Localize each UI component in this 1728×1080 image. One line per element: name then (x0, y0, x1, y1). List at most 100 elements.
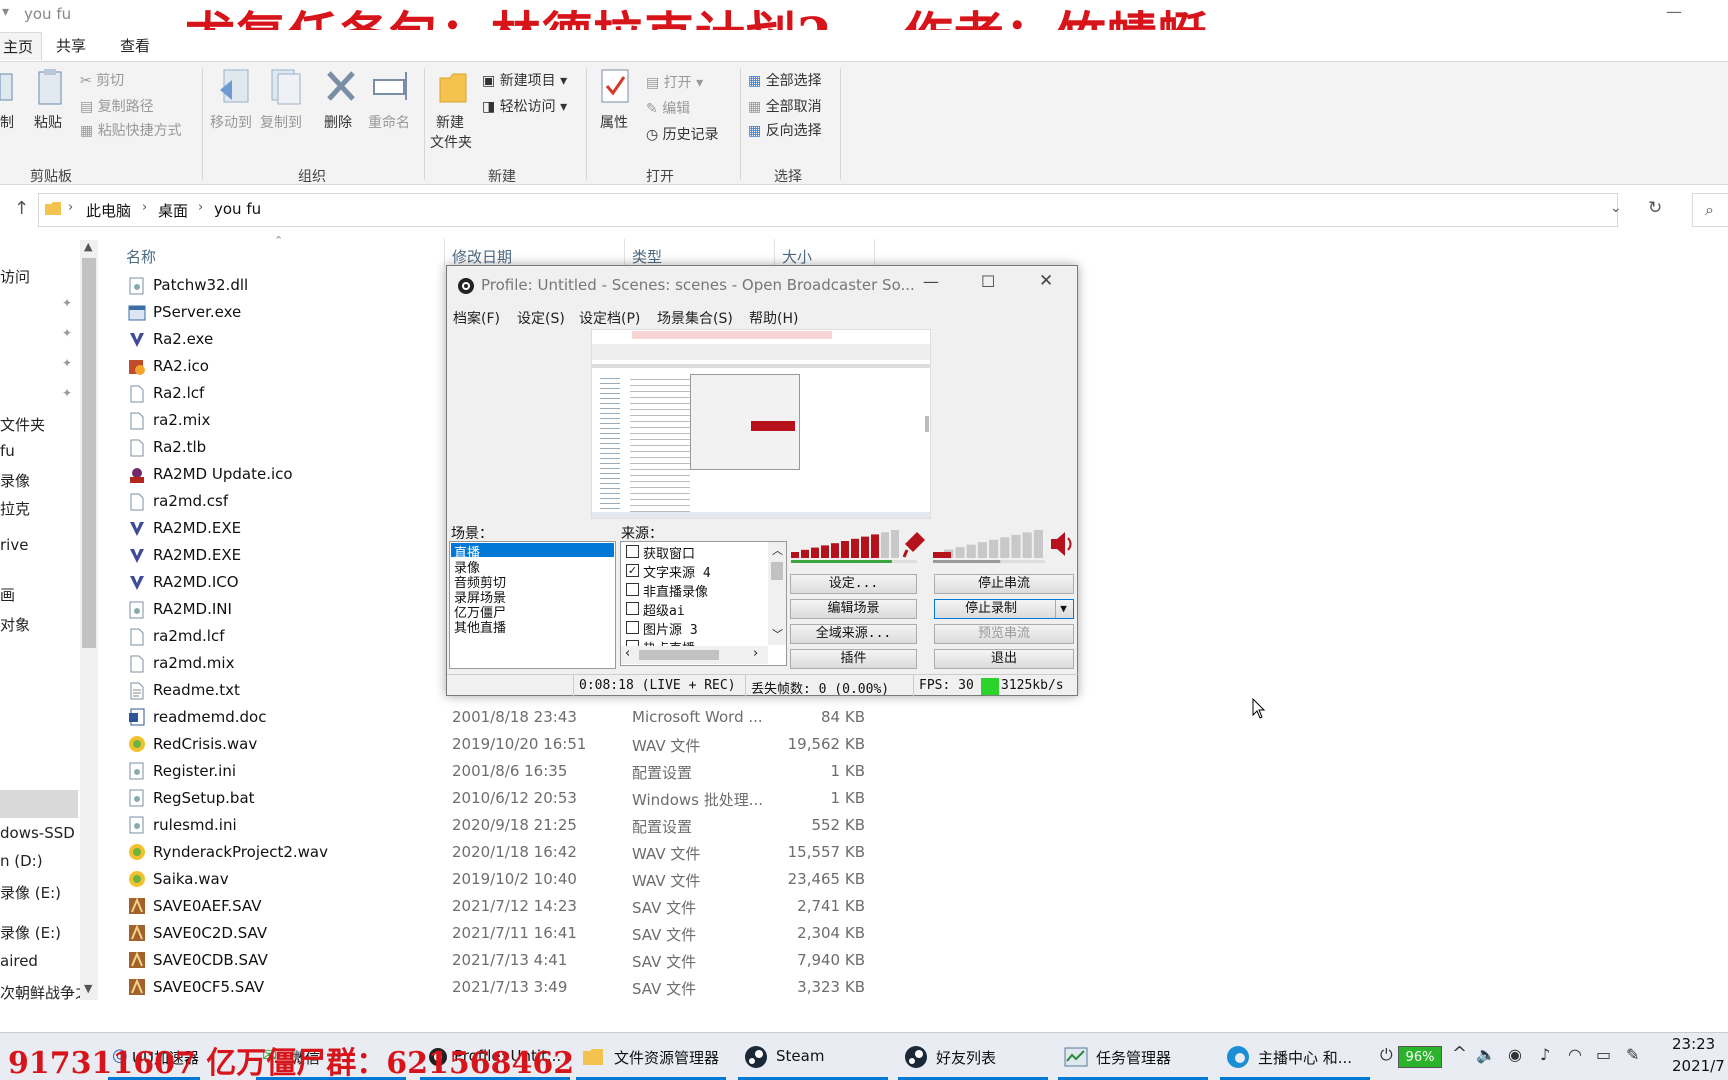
source-checkbox[interactable] (626, 621, 639, 634)
file-name[interactable]: Ra2.lcf (153, 384, 204, 402)
open-button[interactable]: ▤ 打开 ▾ (646, 72, 703, 92)
chevron-up-icon[interactable]: ^ (1452, 1043, 1467, 1064)
nav-item[interactable]: rive (0, 536, 28, 554)
source-checkbox[interactable] (626, 583, 639, 596)
sources-hscroll[interactable]: ‹ › (621, 646, 768, 664)
nav-item[interactable]: 对象 (0, 614, 30, 635)
exit-button[interactable]: 退出 (934, 649, 1074, 669)
chevron-up-icon[interactable]: ︿ (772, 542, 783, 558)
breadcrumb-desktop[interactable]: 桌面 (158, 200, 188, 221)
copy-button[interactable]: 制 (0, 112, 14, 132)
clock-date[interactable]: 2021/7 (1672, 1057, 1725, 1075)
source-item[interactable]: 文字来源 4 (643, 562, 711, 581)
sources-vscroll[interactable]: ︿ ﹀ (768, 542, 786, 645)
tray-app-icon[interactable]: ◉ (1508, 1045, 1522, 1064)
obs-window[interactable]: Profile: Untitled - Scenes: scenes - Ope… (446, 265, 1079, 697)
obs-close-button[interactable]: ✕ (1039, 271, 1053, 291)
battery-tray-icon[interactable]: ▭ (1596, 1045, 1611, 1064)
taskbar-steam[interactable]: Steam (776, 1047, 824, 1065)
file-name[interactable]: Ra2.tlb (153, 438, 206, 456)
refresh-icon[interactable]: ↻ (1648, 198, 1662, 218)
new-item-button[interactable]: ▣ 新建项目 ▾ (482, 70, 567, 90)
title-menu-icon[interactable]: ▾ (2, 4, 9, 20)
column-type[interactable]: 类型 (632, 246, 662, 267)
taskbar-streamer-center[interactable]: 主播中心 和... (1258, 1047, 1352, 1068)
column-date[interactable]: 修改日期 (452, 246, 512, 267)
chevron-left-icon[interactable]: ‹ (625, 646, 630, 661)
tab-view[interactable]: 查看 (120, 35, 150, 56)
obs-menu-settings[interactable]: 设定(S) (517, 308, 565, 328)
pen-icon[interactable]: ✎ (1626, 1045, 1639, 1064)
file-name[interactable]: RA2MD.ICO (153, 573, 239, 591)
microphone-icon[interactable] (903, 530, 927, 558)
edit-button[interactable]: ✎ 编辑 (646, 98, 690, 118)
file-name[interactable]: Readme.txt (153, 681, 240, 699)
volume-icon[interactable]: 🔈 (1476, 1045, 1496, 1064)
select-all-button[interactable]: ▦ 全部选择 (748, 70, 822, 90)
tab-share[interactable]: 共享 (56, 35, 86, 56)
chevron-down-icon[interactable]: ⌄ (1610, 200, 1622, 216)
scroll-down-icon[interactable]: ▼ (84, 982, 92, 995)
scroll-up-icon[interactable]: ▲ (84, 240, 92, 253)
source-checkbox[interactable] (626, 602, 639, 615)
copy-to-button[interactable]: 复制到 (260, 112, 302, 132)
file-name[interactable]: RA2MD.INI (153, 600, 232, 618)
breadcrumb-you-fu[interactable]: you fu (214, 200, 261, 218)
nav-item[interactable]: dows-SSD ( (0, 824, 85, 842)
taskbar-task-manager[interactable]: 任务管理器 (1096, 1047, 1171, 1068)
stop-record-button[interactable]: 停止录制 ▼ (934, 599, 1074, 619)
paste-shortcut-button[interactable]: ▦ 粘贴快捷方式 (80, 120, 182, 140)
properties-button[interactable]: 属性 (600, 112, 628, 132)
nav-item[interactable]: fu (0, 442, 15, 460)
nav-item[interactable]: 文件夹 (0, 414, 45, 435)
sources-list[interactable]: 获取窗口 ✓ 文字来源 4 非直播录像 超级ai 图片源 3 热点直播 ︿ ﹀ … (620, 541, 787, 666)
power-plug-icon[interactable]: ⏻ (1380, 1045, 1393, 1065)
stop-stream-button[interactable]: 停止串流 (934, 574, 1074, 594)
source-item[interactable]: 图片源 3 (643, 619, 698, 638)
taskbar-friends[interactable]: 好友列表 (936, 1047, 996, 1068)
nav-item[interactable]: n (D:) (0, 852, 43, 870)
invert-selection-button[interactable]: ▦ 反向选择 (748, 120, 822, 140)
move-to-button[interactable]: 移动到 (210, 112, 252, 132)
desktop-volume-meter[interactable] (933, 528, 1045, 564)
obs-menu-profile[interactable]: 设定档(P) (579, 308, 640, 328)
easy-access-button[interactable]: ◨ 轻松访问 ▾ (482, 96, 567, 116)
nav-item[interactable]: 访问 (0, 266, 30, 287)
address-input[interactable] (38, 193, 1618, 227)
select-none-button[interactable]: ▦ 全部取消 (748, 96, 822, 116)
history-button[interactable]: ◷ 历史记录 (646, 124, 719, 144)
cut-button[interactable]: ✂ 剪切 (80, 70, 124, 90)
obs-menu-file[interactable]: 档案(F) (453, 308, 500, 328)
chevron-down-icon[interactable]: ﹀ (772, 626, 783, 642)
nav-item[interactable]: 次朝鲜战争之 (0, 982, 90, 1003)
scenes-list[interactable]: 直播 录像 音频剪切 录屏场景 亿万僵尸 其他直播 (449, 541, 616, 669)
breadcrumb-this-pc[interactable]: 此电脑 (86, 200, 131, 221)
minimize-button[interactable]: — (1666, 2, 1682, 21)
column-name[interactable]: 名称 (126, 246, 156, 267)
microphone-tray-icon[interactable]: ♪ (1540, 1045, 1550, 1064)
wifi-icon[interactable]: ◠ (1568, 1045, 1582, 1064)
nav-item[interactable]: 录像 (0, 470, 30, 491)
source-item[interactable]: 获取窗口 (643, 543, 695, 562)
scene-item[interactable]: 其他直播 (454, 617, 506, 636)
taskbar-explorer[interactable]: 文件资源管理器 (614, 1047, 719, 1068)
source-item[interactable]: 超级ai (643, 600, 685, 619)
rename-button[interactable]: 重命名 (368, 112, 410, 132)
search-box[interactable]: ⌕ (1692, 193, 1728, 227)
edit-scene-button[interactable]: 编辑场景 (790, 599, 917, 619)
new-folder-button[interactable]: 新建 (436, 112, 464, 132)
nav-item[interactable]: 画 (0, 584, 15, 605)
file-name[interactable]: RA2MD.EXE (153, 546, 241, 564)
obs-menu-help[interactable]: 帮助(H) (749, 308, 798, 328)
settings-button[interactable]: 设定... (790, 574, 917, 594)
file-name[interactable]: Patchw32.dll (153, 276, 248, 294)
preview-stream-button[interactable]: 预览串流 (934, 624, 1074, 644)
obs-minimize-button[interactable]: — (923, 272, 939, 291)
file-name[interactable]: PServer.exe (153, 303, 241, 321)
nav-item[interactable]: 拉克 (0, 498, 30, 519)
mic-volume-meter[interactable] (791, 528, 917, 564)
scroll-thumb[interactable] (639, 650, 719, 660)
global-sources-button[interactable]: 全域来源... (790, 624, 917, 644)
obs-menu-scene-collection[interactable]: 场景集合(S) (657, 308, 733, 328)
scroll-thumb[interactable] (771, 562, 783, 580)
